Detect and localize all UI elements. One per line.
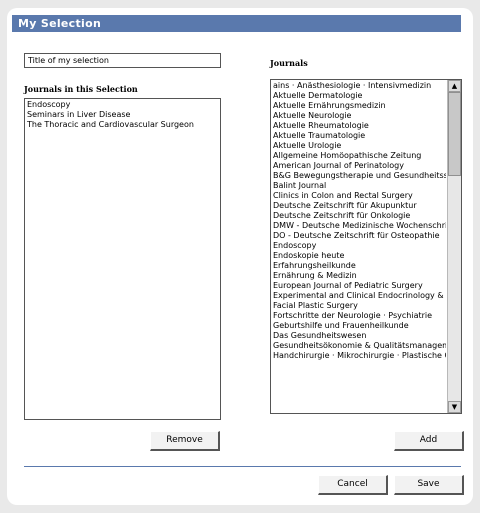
list-item[interactable]: DMW - Deutsche Medizinische Wochenschrif… (271, 221, 446, 231)
list-item[interactable]: Aktuelle Rheumatologie (271, 121, 446, 131)
list-item[interactable]: Endoskopie heute (271, 251, 446, 261)
arrow-up-icon[interactable]: ▲ (448, 80, 461, 92)
selection-list-label: Journals in this Selection (24, 84, 138, 94)
add-button[interactable]: Add (394, 431, 464, 451)
footer-divider (24, 466, 461, 467)
list-item[interactable]: Geburtshilfe und Frauenheilkunde (271, 321, 446, 331)
dialog-titlebar: My Selection (12, 15, 461, 32)
list-item[interactable]: Allgemeine Homöopathische Zeitung (271, 151, 446, 161)
list-item[interactable]: American Journal of Perinatology (271, 161, 446, 171)
list-item[interactable]: ains · Anästhesiologie · Intensivmedizin (271, 81, 446, 91)
list-item[interactable]: Gesundheitsökonomie & Qualitätsmanagemen… (271, 341, 446, 351)
list-item[interactable]: Endoscopy (271, 241, 446, 251)
list-item[interactable]: Seminars in Liver Disease (25, 110, 220, 120)
list-item[interactable]: Das Gesundheitswesen (271, 331, 446, 341)
list-item[interactable]: Balint Journal (271, 181, 446, 191)
list-item[interactable]: Erfahrungsheilkunde (271, 261, 446, 271)
list-item[interactable]: B&G Bewegungstherapie und Gesundheitsspo… (271, 171, 446, 181)
list-item[interactable]: Clinics in Colon and Rectal Surgery (271, 191, 446, 201)
save-button[interactable]: Save (394, 475, 464, 495)
selection-title-input[interactable] (24, 53, 221, 68)
remove-button[interactable]: Remove (150, 431, 220, 451)
dialog-title: My Selection (18, 17, 102, 30)
journals-list[interactable]: ains · Anästhesiologie · Intensivmedizin… (270, 79, 462, 414)
list-item[interactable]: Facial Plastic Surgery (271, 301, 446, 311)
list-item[interactable]: DO - Deutsche Zeitschrift für Osteopathi… (271, 231, 446, 241)
cancel-button[interactable]: Cancel (318, 475, 388, 495)
list-item[interactable]: The Thoracic and Cardiovascular Surgeon (25, 120, 220, 130)
list-item[interactable]: Aktuelle Urologie (271, 141, 446, 151)
list-item[interactable]: European Journal of Pediatric Surgery (271, 281, 446, 291)
list-item[interactable]: Experimental and Clinical Endocrinology … (271, 291, 446, 301)
list-item[interactable]: Handchirurgie · Mikrochirurgie · Plastis… (271, 351, 446, 361)
list-item[interactable]: Aktuelle Traumatologie (271, 131, 446, 141)
journals-scrollbar[interactable]: ▲ ▼ (447, 80, 461, 413)
list-item[interactable]: Aktuelle Ernährungsmedizin (271, 101, 446, 111)
scrollbar-thumb[interactable] (448, 92, 461, 176)
journals-list-label: Journals (270, 58, 308, 68)
list-item[interactable]: Deutsche Zeitschrift für Onkologie (271, 211, 446, 221)
list-item[interactable]: Aktuelle Neurologie (271, 111, 446, 121)
arrow-down-icon[interactable]: ▼ (448, 401, 461, 413)
list-item[interactable]: Aktuelle Dermatologie (271, 91, 446, 101)
list-item[interactable]: Deutsche Zeitschrift für Akupunktur (271, 201, 446, 211)
selection-list[interactable]: Endoscopy Seminars in Liver Disease The Th… (24, 98, 221, 420)
list-item[interactable]: Fortschritte der Neurologie · Psychiatri… (271, 311, 446, 321)
list-item[interactable]: Endoscopy (25, 100, 220, 110)
list-item[interactable]: Ernährung & Medizin (271, 271, 446, 281)
